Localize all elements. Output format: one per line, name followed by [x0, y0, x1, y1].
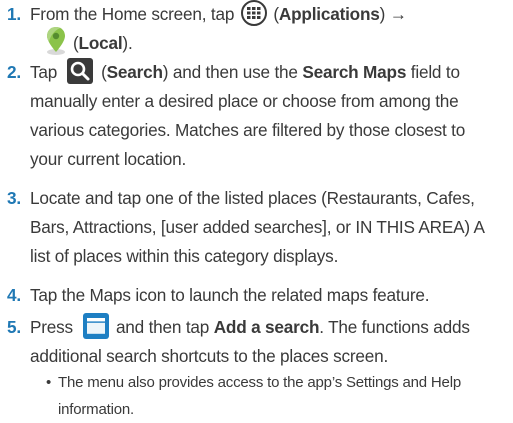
step-number: 1. — [7, 4, 21, 24]
step-text: Bars, Attractions, [user added searches]… — [30, 217, 485, 237]
step-number: 4. — [7, 285, 21, 305]
step-text: Press — [30, 317, 73, 337]
step-number: 2. — [7, 62, 21, 82]
search-icon — [67, 58, 94, 85]
step-text: field to — [410, 62, 460, 82]
step-text: list of places within this category disp… — [30, 246, 339, 266]
menu-icon — [82, 313, 109, 340]
step-text: . The functions adds — [319, 317, 470, 337]
local-label: Local — [78, 33, 123, 53]
add-search-label: Add a search — [213, 317, 320, 337]
step-text: various categories. Matches are filtered… — [30, 120, 466, 140]
step-number: 5. — [7, 317, 21, 337]
step-number: 3. — [7, 188, 21, 208]
bullet-icon: • — [46, 374, 52, 391]
applications-icon — [240, 0, 267, 27]
step-text: Locate and tap one of the listed places … — [30, 188, 475, 208]
note-text: information. — [58, 401, 134, 418]
step-text: Tap the Maps icon to launch the related … — [30, 285, 430, 305]
search-maps-label: Search Maps — [302, 62, 407, 82]
step-text: Tap — [30, 62, 58, 82]
step-text: your current location. — [30, 149, 187, 169]
step-text: and then use the — [172, 62, 298, 82]
step-text: From the Home screen, tap — [30, 4, 235, 24]
search-label: Search — [106, 62, 163, 82]
step-text: manually enter a desired place or choose… — [30, 91, 459, 111]
applications-label: Applications — [278, 4, 380, 24]
step-text: additional search shortcuts to the place… — [30, 346, 389, 366]
note-text: The menu also provides access to the app… — [58, 374, 461, 391]
local-pin-icon — [45, 26, 67, 56]
step-text: and then tap — [115, 317, 210, 337]
arrow: → — [389, 4, 407, 24]
